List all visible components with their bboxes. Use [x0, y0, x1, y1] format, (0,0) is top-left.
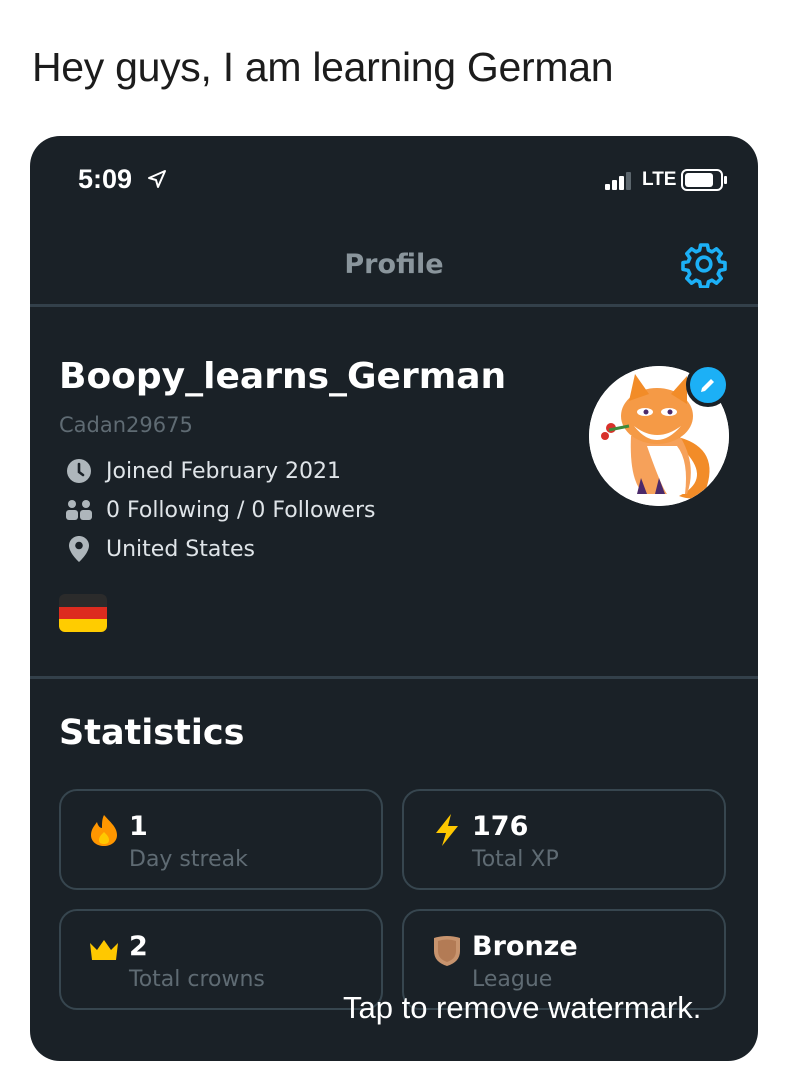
- league-label: League: [472, 967, 553, 992]
- edit-avatar-button[interactable]: [686, 363, 730, 407]
- network-type: LTE: [642, 169, 677, 190]
- joined-row: Joined February 2021: [64, 456, 341, 486]
- stat-card-streak[interactable]: 1 Day streak: [59, 789, 383, 890]
- post-caption: Hey guys, I am learning German: [32, 44, 614, 90]
- people-icon: [64, 495, 94, 525]
- location-arrow-icon: [148, 170, 166, 188]
- follow-row[interactable]: 0 Following / 0 Followers: [64, 495, 375, 525]
- location-pin-icon: [64, 534, 94, 564]
- clock-icon: [64, 456, 94, 486]
- pencil-icon: [701, 379, 714, 392]
- german-flag[interactable]: [59, 594, 107, 632]
- lightning-icon: [436, 814, 458, 846]
- section-divider: [30, 676, 758, 679]
- gear-icon[interactable]: [680, 240, 728, 288]
- xp-value: 176: [472, 811, 529, 842]
- league-value: Bronze: [472, 931, 578, 962]
- flame-icon: [91, 815, 117, 846]
- stat-card-xp[interactable]: 176 Total XP: [402, 789, 726, 890]
- stat-card-crowns[interactable]: 2 Total crowns: [59, 909, 383, 1010]
- display-name: Boopy_learns_German: [59, 356, 507, 397]
- streak-label: Day streak: [129, 847, 248, 872]
- statistics-heading: Statistics: [59, 713, 245, 753]
- battery-icon: [681, 169, 727, 191]
- username: Cadan29675: [59, 413, 193, 437]
- remove-watermark-link[interactable]: Tap to remove watermark.: [343, 990, 701, 1026]
- header-divider: [30, 304, 758, 307]
- crown-icon: [90, 940, 118, 960]
- location: United States: [106, 536, 255, 562]
- streak-value: 1: [129, 811, 148, 842]
- status-time: 5:09: [78, 164, 133, 194]
- page-title: Profile: [344, 249, 444, 280]
- bronze-shield-icon: [434, 936, 460, 966]
- follow-counts: 0 Following / 0 Followers: [106, 497, 376, 523]
- phone-screenshot: 5:09 LTE Profile Boopy_learns_German Cad…: [30, 136, 758, 1061]
- signal-icon: [605, 172, 631, 190]
- xp-label: Total XP: [472, 847, 559, 872]
- crowns-label: Total crowns: [129, 967, 265, 992]
- joined-date: Joined February 2021: [106, 458, 341, 484]
- location-row: United States: [64, 534, 255, 564]
- crowns-value: 2: [129, 931, 148, 962]
